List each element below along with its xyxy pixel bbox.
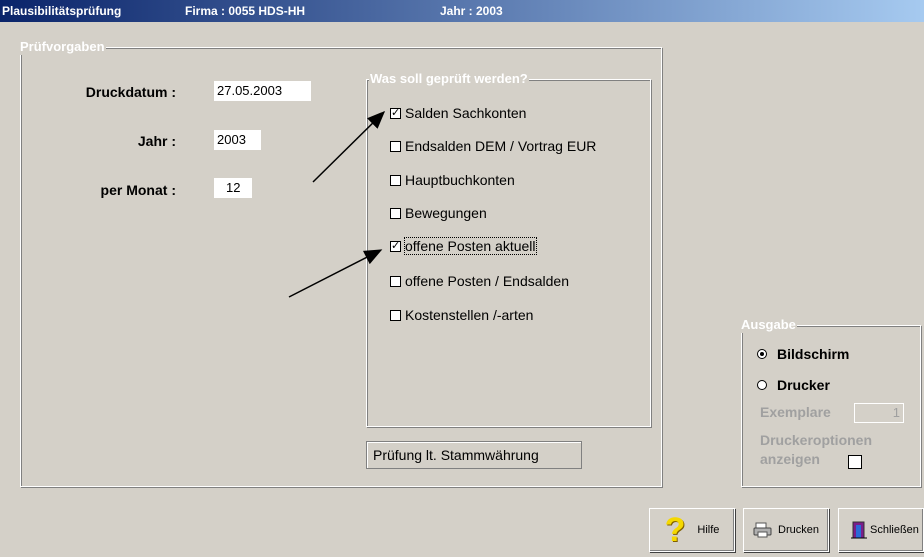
- radio-drucker[interactable]: Drucker: [757, 377, 830, 393]
- schliessen-label: Schließen: [870, 524, 919, 536]
- printer-icon: [753, 522, 772, 538]
- druckeroptionen-label-1: Druckeroptionen: [760, 432, 873, 448]
- radio-label: Bildschirm: [777, 346, 850, 362]
- schliessen-button[interactable]: Schließen: [838, 508, 924, 552]
- radio-label: Drucker: [777, 377, 830, 393]
- radio-icon[interactable]: [757, 349, 767, 359]
- drucken-button[interactable]: Drucken: [743, 508, 829, 552]
- drucken-label: Drucken: [778, 524, 819, 536]
- druckeroptionen-checkbox[interactable]: [848, 455, 862, 469]
- radio-icon[interactable]: [757, 380, 767, 390]
- help-icon: ?: [664, 511, 686, 549]
- radio-bildschirm[interactable]: Bildschirm: [757, 346, 849, 362]
- ausgabe-legend: Ausgabe: [740, 317, 797, 333]
- druckeroptionen-label-2: anzeigen: [760, 451, 820, 467]
- door-exit-icon: [851, 521, 867, 539]
- arrow-1: [312, 110, 386, 183]
- arrow-2: [288, 249, 383, 298]
- exemplare-label: Exemplare: [760, 404, 831, 420]
- hilfe-button[interactable]: ? Hilfe: [649, 508, 735, 552]
- exemplare-field[interactable]: 1: [854, 403, 904, 423]
- hilfe-label: Hilfe: [697, 524, 720, 536]
